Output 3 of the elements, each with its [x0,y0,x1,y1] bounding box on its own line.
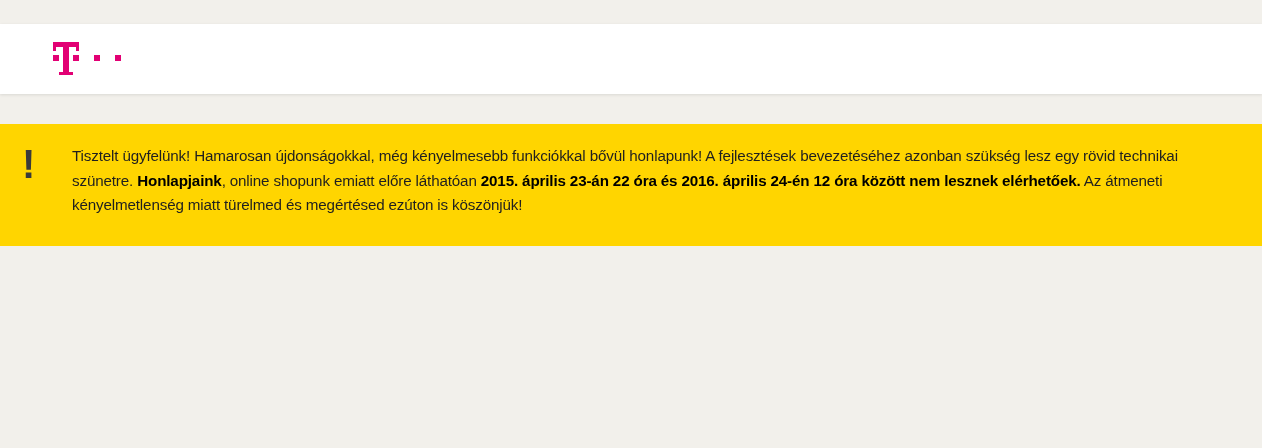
warning-icon: ! [20,144,72,184]
notice-message: Tisztelt ügyfelünk! Hamarosan újdonságokkal, még kényelmesebb funkciókkal bővül honlapunk! A fejlesztések bevezetéséhez azonban szükség lesz egy rövid technikai szünetre. Honlapjaink, online shopunk emiatt előre láthatóan 2015. április 23-án 22 óra és 2016. április 24-én 12 óra között nem lesznek elérhetőek. Az átmeneti kényelmetlenség miatt türelmed és megértésed ezúton is köszönjük! [72,146,1179,215]
logo-icon[interactable] [52,41,124,77]
